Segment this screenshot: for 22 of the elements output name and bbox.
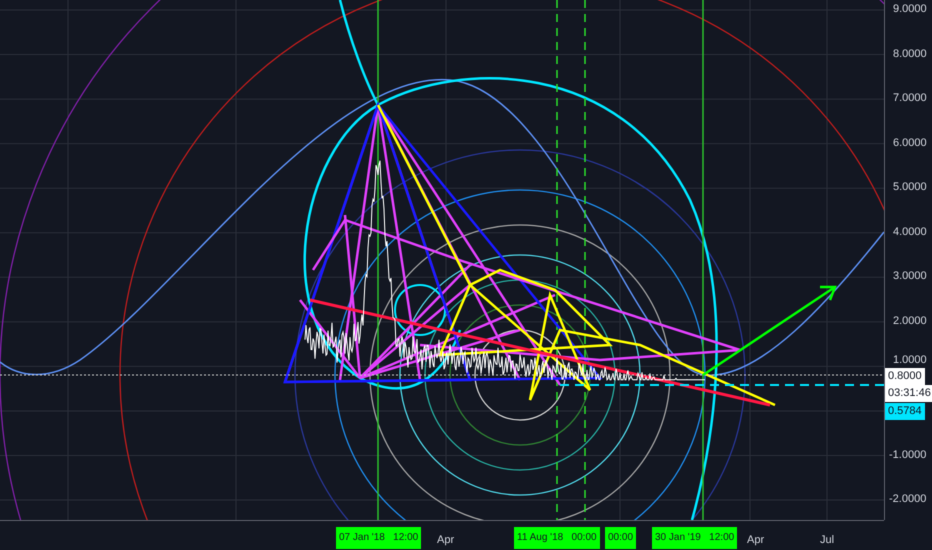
axis-label: 9.0000 [893, 4, 927, 15]
price-tag: 0.8000 [885, 368, 925, 385]
axis-label: Jul [820, 535, 834, 546]
price-tag: 0.5784 [885, 403, 925, 420]
date-marker: 30 Jan '19 12:00 [652, 527, 738, 549]
axis-label: 8.0000 [893, 48, 927, 60]
axis-label: 1.0000 [893, 355, 927, 366]
small-circle [394, 284, 446, 336]
axis-label: 7.0000 [893, 93, 927, 104]
date-marker: 11 Aug '18 00:00 [514, 527, 600, 549]
axis-label: 3.0000 [893, 271, 927, 282]
axis-label: 2.0000 [893, 316, 927, 327]
countdown-tag: 03:31:46 [885, 385, 932, 402]
axis-label: Apr [747, 535, 764, 546]
axis-label: -1.0000 [889, 450, 926, 460]
axis-label: 4.0000 [893, 226, 927, 238]
axis-label: Apr [437, 535, 454, 546]
axis-label: -2.0000 [889, 494, 926, 506]
date-marker: 00:00 [605, 527, 636, 549]
axis-label: 6.0000 [893, 138, 927, 149]
axis-label: 5.0000 [893, 182, 927, 194]
date-marker: 07 Jan '18 12:00 [336, 527, 422, 549]
